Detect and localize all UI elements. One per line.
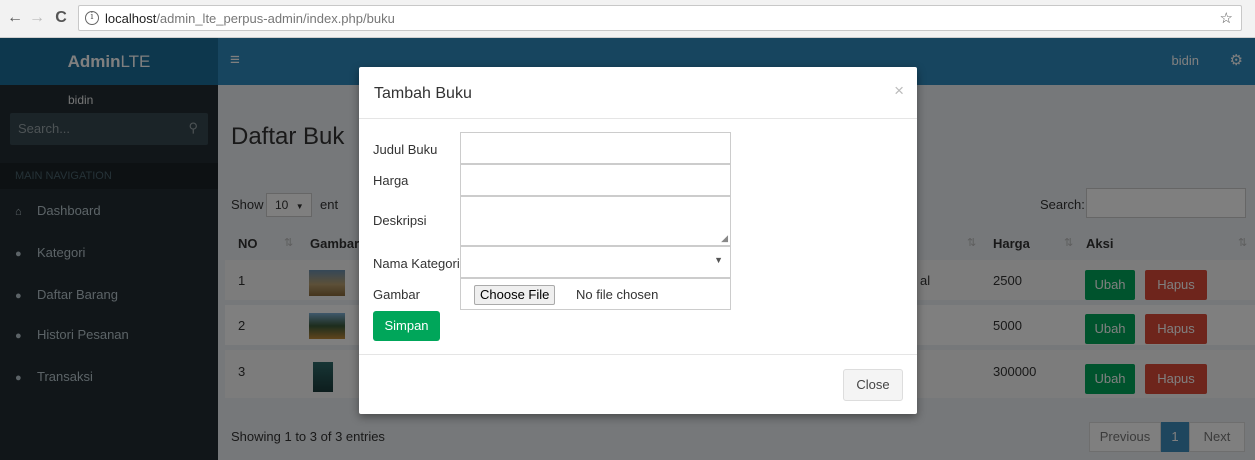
harga-label: Harga (373, 173, 409, 188)
gambar-label: Gambar (373, 287, 420, 302)
nama-kategori-select[interactable]: ▼ (460, 246, 731, 278)
no-file-chosen-text: No file chosen (576, 287, 659, 302)
resize-handle-icon[interactable]: ◢ (721, 233, 728, 244)
tambah-buku-modal: Tambah Buku × Judul Buku Harga Deskripsi… (359, 67, 917, 414)
url-host: localhost (105, 11, 157, 26)
judul-buku-input[interactable] (460, 132, 731, 164)
bookmark-star-icon[interactable]: ☆ (1220, 9, 1233, 27)
deskripsi-textarea[interactable]: ◢ (460, 196, 731, 246)
close-icon[interactable]: × (894, 81, 904, 101)
modal-title: Tambah Buku (374, 85, 472, 102)
modal-header-divider (359, 118, 917, 119)
browser-toolbar: ← → C i localhost/admin_lte_perpus-admin… (0, 0, 1255, 38)
info-icon[interactable]: i (85, 11, 99, 25)
modal-footer-divider (359, 354, 917, 355)
chevron-down-icon: ▼ (714, 255, 723, 265)
harga-input[interactable] (460, 164, 731, 196)
deskripsi-label: Deskripsi (373, 213, 427, 228)
forward-icon[interactable]: → (28, 9, 46, 27)
nama-kategori-label: Nama Kategori (373, 256, 460, 271)
address-bar[interactable]: i localhost/admin_lte_perpus-admin/index… (78, 5, 1242, 31)
simpan-button[interactable]: Simpan (373, 311, 440, 341)
gambar-file-input[interactable]: Choose File No file chosen (460, 278, 731, 310)
judul-buku-label: Judul Buku (373, 142, 438, 157)
url-text: localhost/admin_lte_perpus-admin/index.p… (105, 11, 395, 26)
url-path: /admin_lte_perpus-admin/index.php/buku (156, 11, 395, 26)
close-button[interactable]: Close (843, 369, 903, 401)
back-icon[interactable]: ← (6, 9, 24, 27)
reload-icon[interactable]: C (52, 9, 70, 27)
choose-file-button[interactable]: Choose File (474, 285, 556, 305)
